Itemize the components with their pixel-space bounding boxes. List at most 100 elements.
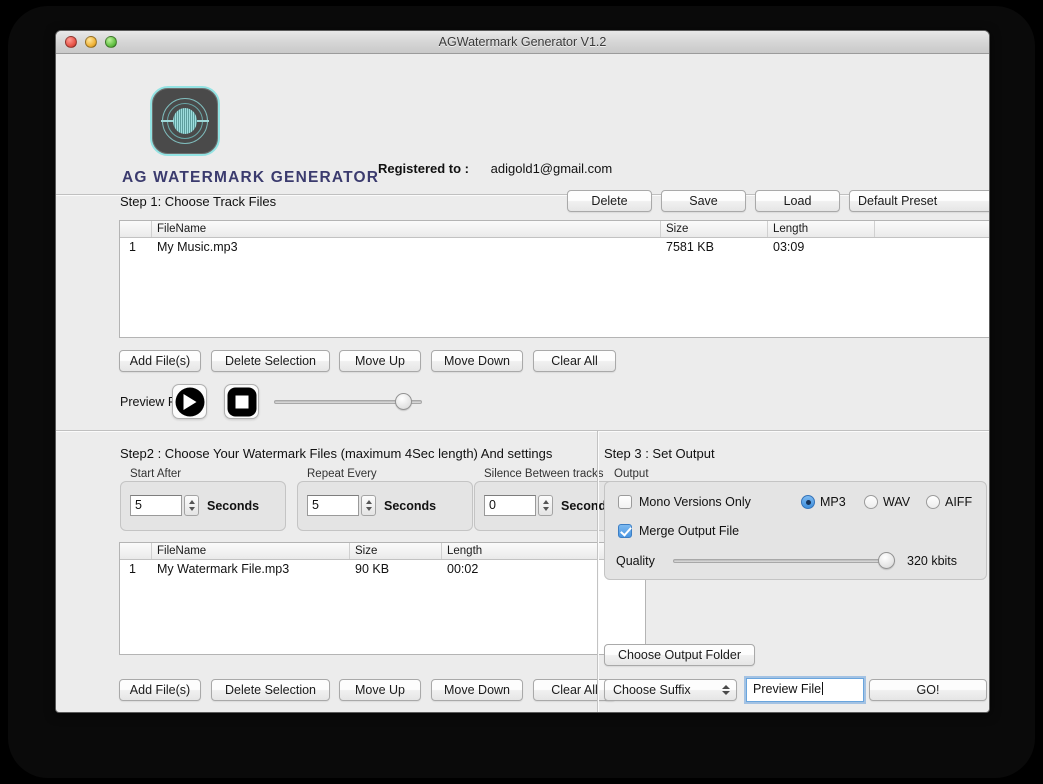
silence-between-label: Silence Between tracks: [484, 468, 604, 480]
brand-title: AG WATERMARK GENERATOR: [122, 169, 379, 187]
text-caret: [822, 682, 823, 695]
start-after-stepper[interactable]: 5 Seconds: [130, 495, 259, 516]
format-radio-aiff[interactable]: AIFF: [926, 495, 972, 509]
row-filename: My Watermark File.mp3: [152, 560, 350, 579]
track-files-table-header: FileName Size Length: [120, 221, 990, 238]
save-preset-button[interactable]: Save: [661, 190, 746, 212]
window-titlebar: AGWatermark Generator V1.2: [56, 31, 989, 54]
choose-suffix-dropdown[interactable]: Choose Suffix: [604, 679, 737, 701]
output-group-label: Output: [614, 468, 649, 480]
window-controls: [65, 36, 117, 48]
watermark-files-table-header: FileName Size Length: [120, 543, 645, 560]
repeat-every-label: Repeat Every: [307, 468, 377, 480]
delete-preset-button[interactable]: Delete: [567, 190, 652, 212]
row-extra: [875, 238, 990, 257]
watermark-move-down-button[interactable]: Move Down: [431, 679, 523, 701]
stop-icon: [235, 395, 248, 408]
track-files-table[interactable]: FileName Size Length 1 My Music.mp3 7581…: [119, 220, 990, 338]
format-radio-mp3[interactable]: MP3: [801, 495, 846, 509]
track-add-files-button[interactable]: Add File(s): [119, 350, 201, 372]
choose-output-folder-button[interactable]: Choose Output Folder: [604, 644, 755, 666]
registered-label: Registered to :: [378, 161, 469, 176]
start-after-stepper-arrows[interactable]: [184, 495, 199, 516]
repeat-every-input[interactable]: 5: [307, 495, 359, 516]
preview-volume-slider[interactable]: [274, 393, 422, 411]
minimize-button[interactable]: [85, 36, 97, 48]
track-move-up-button[interactable]: Move Up: [339, 350, 421, 372]
suffix-text-input[interactable]: Preview File: [746, 678, 864, 702]
step2-title: Step2 : Choose Your Watermark Files (max…: [120, 446, 552, 461]
format-label-wav: WAV: [883, 495, 910, 509]
col-size: Size: [350, 543, 442, 559]
start-after-label: Start After: [130, 468, 181, 480]
step1-title: Step 1: Choose Track Files: [120, 194, 276, 209]
silence-between-stepper[interactable]: 0 Seconds: [484, 495, 613, 516]
app-window: AGWatermark Generator V1.2 AG WATERMARK …: [55, 30, 990, 713]
start-after-input[interactable]: 5: [130, 495, 182, 516]
col-extra: [875, 221, 990, 237]
play-icon: [184, 394, 197, 410]
app-logo-icon: [150, 86, 220, 156]
row-size: 7581 KB: [661, 238, 768, 257]
slider-thumb: [878, 552, 895, 569]
mono-versions-label: Mono Versions Only: [639, 495, 751, 509]
row-size: 90 KB: [350, 560, 442, 579]
format-label-mp3: MP3: [820, 495, 846, 509]
slider-thumb: [395, 393, 412, 410]
chevron-updown-icon: [722, 685, 730, 695]
merge-output-label: Merge Output File: [639, 524, 739, 538]
go-button[interactable]: GO!: [869, 679, 987, 701]
stop-button[interactable]: [224, 384, 259, 419]
suffix-text-value: Preview File: [753, 682, 821, 696]
silence-between-stepper-arrows[interactable]: [538, 495, 553, 516]
col-size: Size: [661, 221, 768, 237]
window-title: AGWatermark Generator V1.2: [56, 35, 989, 49]
watermark-add-files-button[interactable]: Add File(s): [119, 679, 201, 701]
row-filename: My Music.mp3: [152, 238, 661, 257]
row-index: 1: [120, 238, 152, 257]
track-move-down-button[interactable]: Move Down: [431, 350, 523, 372]
col-filename: FileName: [152, 221, 661, 237]
col-length: Length: [768, 221, 875, 237]
repeat-every-stepper[interactable]: 5 Seconds: [307, 495, 436, 516]
choose-suffix-value: Choose Suffix: [613, 683, 691, 697]
format-label-aiff: AIFF: [945, 495, 972, 509]
close-button[interactable]: [65, 36, 77, 48]
watermark-delete-selection-button[interactable]: Delete Selection: [211, 679, 330, 701]
col-filename: FileName: [152, 543, 350, 559]
step3-title: Step 3 : Set Output: [604, 446, 715, 461]
zoom-button[interactable]: [105, 36, 117, 48]
step2-step3-divider: [597, 431, 599, 713]
track-clear-all-button[interactable]: Clear All: [533, 350, 616, 372]
row-index: 1: [120, 560, 152, 579]
step1-step2-divider: [56, 430, 989, 432]
radio-selected-icon: [801, 495, 815, 509]
col-index: [120, 221, 152, 237]
table-row[interactable]: 1 My Music.mp3 7581 KB 03:09: [120, 238, 990, 257]
quality-slider[interactable]: [673, 552, 895, 570]
checkbox-icon: [618, 495, 632, 509]
preset-dropdown[interactable]: Default Preset: [849, 190, 990, 212]
load-preset-button[interactable]: Load: [755, 190, 840, 212]
silence-between-input[interactable]: 0: [484, 495, 536, 516]
watermark-move-up-button[interactable]: Move Up: [339, 679, 421, 701]
registered-email: adigold1@gmail.com: [491, 161, 613, 176]
mono-versions-checkbox[interactable]: Mono Versions Only: [618, 495, 751, 509]
preset-dropdown-value: Default Preset: [858, 194, 937, 208]
start-after-unit: Seconds: [207, 499, 259, 513]
track-delete-selection-button[interactable]: Delete Selection: [211, 350, 330, 372]
checkbox-checked-icon: [618, 524, 632, 538]
repeat-every-stepper-arrows[interactable]: [361, 495, 376, 516]
watermark-files-table[interactable]: FileName Size Length 1 My Watermark File…: [119, 542, 646, 655]
quality-value: 320 kbits: [907, 554, 957, 568]
format-radio-wav[interactable]: WAV: [864, 495, 910, 509]
quality-label: Quality: [616, 554, 655, 568]
repeat-every-unit: Seconds: [384, 499, 436, 513]
table-row[interactable]: 1 My Watermark File.mp3 90 KB 00:02: [120, 560, 645, 579]
merge-output-checkbox[interactable]: Merge Output File: [618, 524, 739, 538]
app-header: AG WATERMARK GENERATOR Registered to : a…: [56, 54, 989, 196]
row-length: 03:09: [768, 238, 875, 257]
col-index: [120, 543, 152, 559]
radio-icon: [864, 495, 878, 509]
play-button[interactable]: [172, 384, 207, 419]
